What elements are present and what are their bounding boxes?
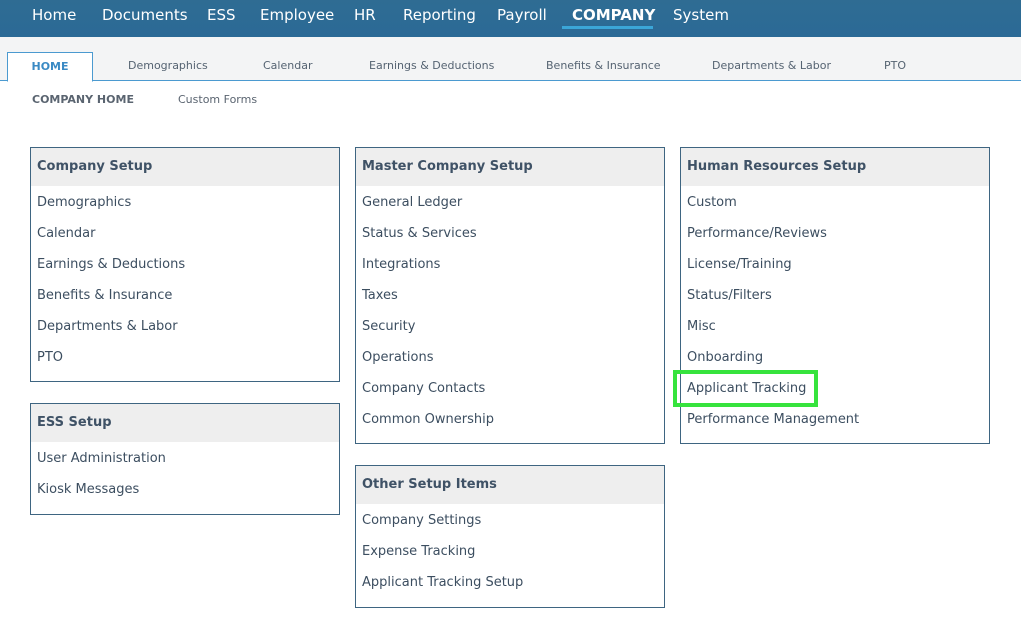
link-company-contacts[interactable]: Company Contacts: [362, 381, 485, 396]
active-nav-underline: [562, 26, 653, 29]
link-applicant-tracking[interactable]: Applicant Tracking: [687, 381, 806, 396]
link-integrations[interactable]: Integrations: [362, 257, 440, 272]
link-taxes[interactable]: Taxes: [362, 288, 398, 303]
nav-payroll[interactable]: Payroll: [497, 6, 547, 28]
top-navigation-bar: Home Documents ESS Employee HR Reporting…: [0, 0, 1021, 37]
tab-home[interactable]: HOME: [7, 52, 93, 82]
link-earnings-deductions[interactable]: Earnings & Deductions: [37, 257, 185, 272]
link-status-services[interactable]: Status & Services: [362, 226, 477, 241]
tab-demographics[interactable]: Demographics: [128, 59, 208, 72]
nav-reporting[interactable]: Reporting: [403, 6, 476, 28]
link-status-filters[interactable]: Status/Filters: [687, 288, 772, 303]
nav-employee[interactable]: Employee: [260, 6, 334, 28]
link-onboarding[interactable]: Onboarding: [687, 350, 763, 365]
nav-system[interactable]: System: [673, 6, 729, 28]
panel-title: Human Resources Setup: [681, 148, 989, 186]
link-pto[interactable]: PTO: [37, 350, 63, 365]
link-calendar[interactable]: Calendar: [37, 226, 95, 241]
other-setup-items-panel: Other Setup Items Company Settings Expen…: [355, 465, 665, 608]
link-custom[interactable]: Custom: [687, 195, 737, 210]
tab-departments-labor[interactable]: Departments & Labor: [712, 59, 831, 72]
human-resources-setup-panel: Human Resources Setup Custom Performance…: [680, 147, 990, 444]
nav-documents[interactable]: Documents: [102, 6, 188, 28]
nav-ess[interactable]: ESS: [207, 6, 236, 28]
link-company-settings[interactable]: Company Settings: [362, 513, 481, 528]
link-operations[interactable]: Operations: [362, 350, 433, 365]
master-company-setup-panel: Master Company Setup General Ledger Stat…: [355, 147, 665, 444]
panel-title: Master Company Setup: [356, 148, 664, 186]
tab-earnings-deductions[interactable]: Earnings & Deductions: [369, 59, 494, 72]
subnav-company-home[interactable]: COMPANY HOME: [32, 93, 134, 106]
tab-strip: HOME Demographics Calendar Earnings & De…: [0, 37, 1021, 82]
link-demographics[interactable]: Demographics: [37, 195, 131, 210]
link-benefits-insurance[interactable]: Benefits & Insurance: [37, 288, 172, 303]
link-performance-reviews[interactable]: Performance/Reviews: [687, 226, 827, 241]
panel-title: Company Setup: [31, 148, 339, 186]
ess-setup-panel: ESS Setup User Administration Kiosk Mess…: [30, 403, 340, 515]
link-general-ledger[interactable]: General Ledger: [362, 195, 462, 210]
subnav-custom-forms[interactable]: Custom Forms: [178, 93, 257, 106]
panel-title: Other Setup Items: [356, 466, 664, 504]
link-applicant-tracking-setup[interactable]: Applicant Tracking Setup: [362, 575, 523, 590]
tab-benefits-insurance[interactable]: Benefits & Insurance: [546, 59, 661, 72]
link-license-training[interactable]: License/Training: [687, 257, 792, 272]
tab-calendar[interactable]: Calendar: [263, 59, 312, 72]
tab-pto[interactable]: PTO: [884, 59, 906, 72]
nav-home[interactable]: Home: [32, 6, 76, 28]
company-setup-panel: Company Setup Demographics Calendar Earn…: [30, 147, 340, 382]
link-performance-management[interactable]: Performance Management: [687, 412, 859, 427]
panel-title: ESS Setup: [31, 404, 339, 442]
link-departments-labor[interactable]: Departments & Labor: [37, 319, 178, 334]
nav-company[interactable]: COMPANY: [572, 6, 655, 28]
link-common-ownership[interactable]: Common Ownership: [362, 412, 494, 427]
link-kiosk-messages[interactable]: Kiosk Messages: [37, 482, 139, 497]
link-user-administration[interactable]: User Administration: [37, 451, 166, 466]
nav-hr[interactable]: HR: [354, 6, 376, 28]
link-security[interactable]: Security: [362, 319, 415, 334]
link-misc[interactable]: Misc: [687, 319, 716, 334]
link-expense-tracking[interactable]: Expense Tracking: [362, 544, 475, 559]
